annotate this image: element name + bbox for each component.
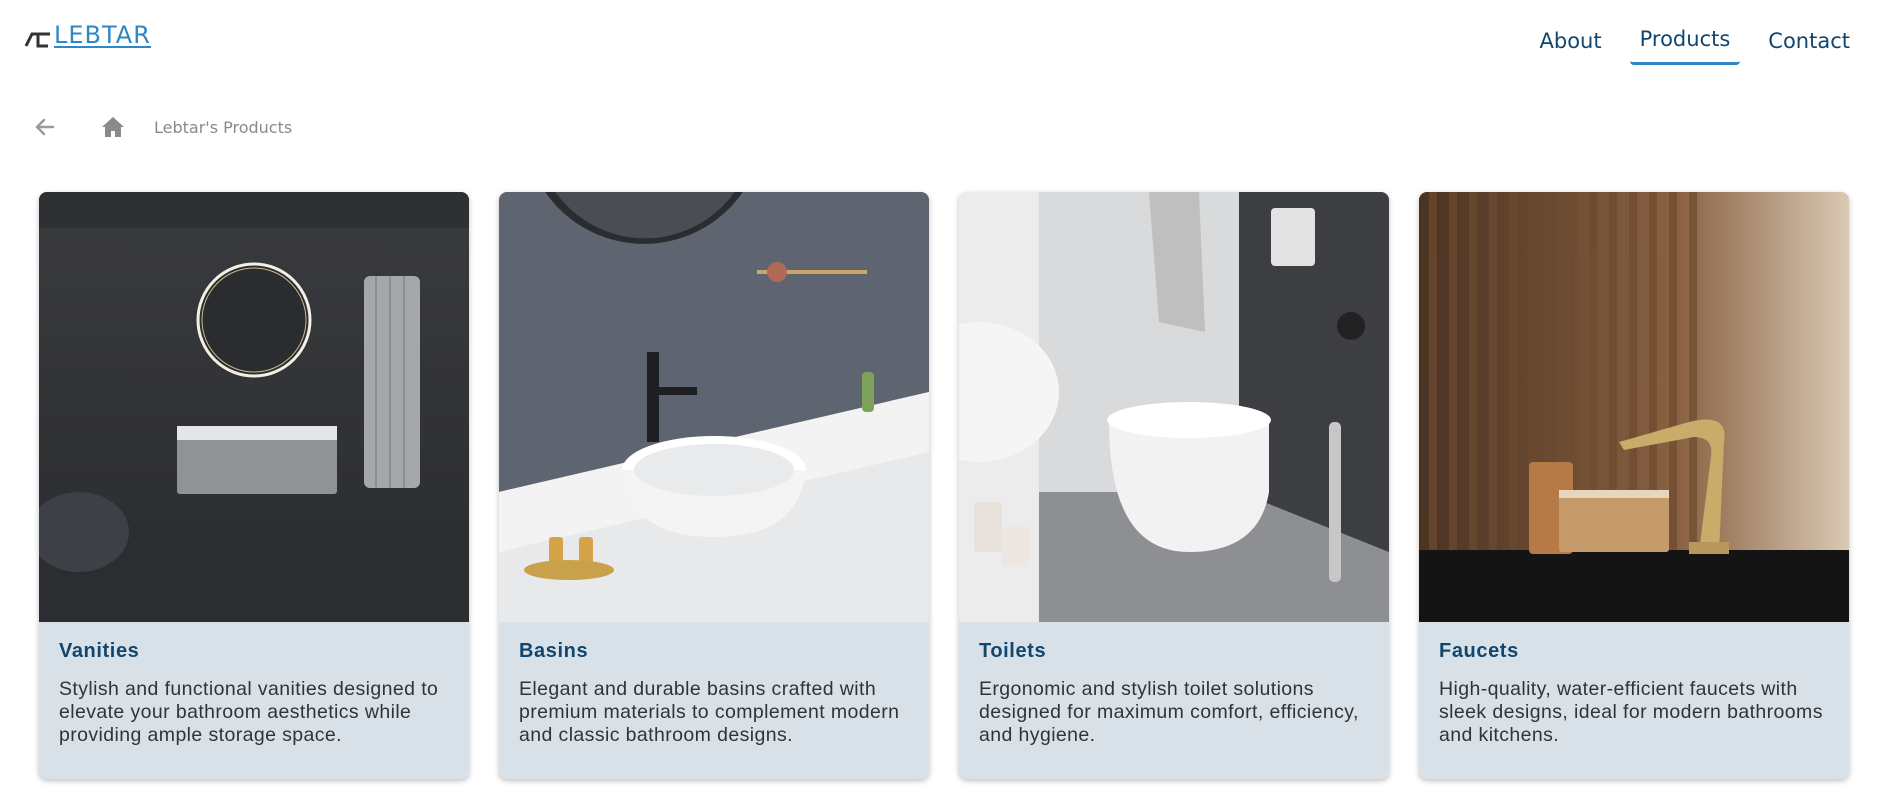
product-title: Toilets [979, 640, 1047, 662]
product-grid: Vanities Stylish and functional vanities… [39, 192, 1851, 779]
faucets-image [1419, 192, 1849, 622]
product-card-faucets[interactable]: Faucets High-quality, water-efficient fa… [1419, 192, 1849, 779]
home-icon [102, 117, 124, 137]
product-title: Basins [519, 640, 589, 662]
logo-text: LEBTAR [54, 21, 151, 49]
product-card-toilets[interactable]: Toilets Ergonomic and stylish toilet sol… [959, 192, 1389, 779]
basins-image [499, 192, 929, 622]
breadcrumb: Lebtar's Products [30, 112, 292, 142]
arrow-left-icon [35, 118, 55, 136]
top-navbar: LEBTAR About Products Contact [0, 0, 1888, 80]
product-description: Stylish and functional vanities designed… [59, 678, 439, 746]
home-button[interactable] [98, 112, 128, 142]
toilets-image [959, 192, 1389, 622]
nav-about[interactable]: About [1532, 20, 1610, 62]
product-card-vanities[interactable]: Vanities Stylish and functional vanities… [39, 192, 469, 779]
back-button[interactable] [30, 112, 60, 142]
product-title: Vanities [59, 640, 140, 662]
product-description: Elegant and durable basins crafted with … [519, 678, 900, 746]
logo-mark-icon [24, 26, 52, 48]
nav-products[interactable]: Products [1629, 20, 1741, 65]
vanities-image [39, 192, 469, 622]
product-card-basins[interactable]: Basins Elegant and durable basins crafte… [499, 192, 929, 779]
brand-logo[interactable]: LEBTAR [24, 20, 151, 48]
nav-contact[interactable]: Contact [1760, 20, 1858, 62]
product-description: Ergonomic and stylish toilet solutions d… [979, 678, 1359, 746]
product-description: High-quality, water-efficient faucets wi… [1439, 678, 1823, 746]
breadcrumb-current: Lebtar's Products [154, 117, 293, 137]
product-title: Faucets [1439, 640, 1519, 662]
main-nav: About Products Contact [1512, 20, 1858, 65]
